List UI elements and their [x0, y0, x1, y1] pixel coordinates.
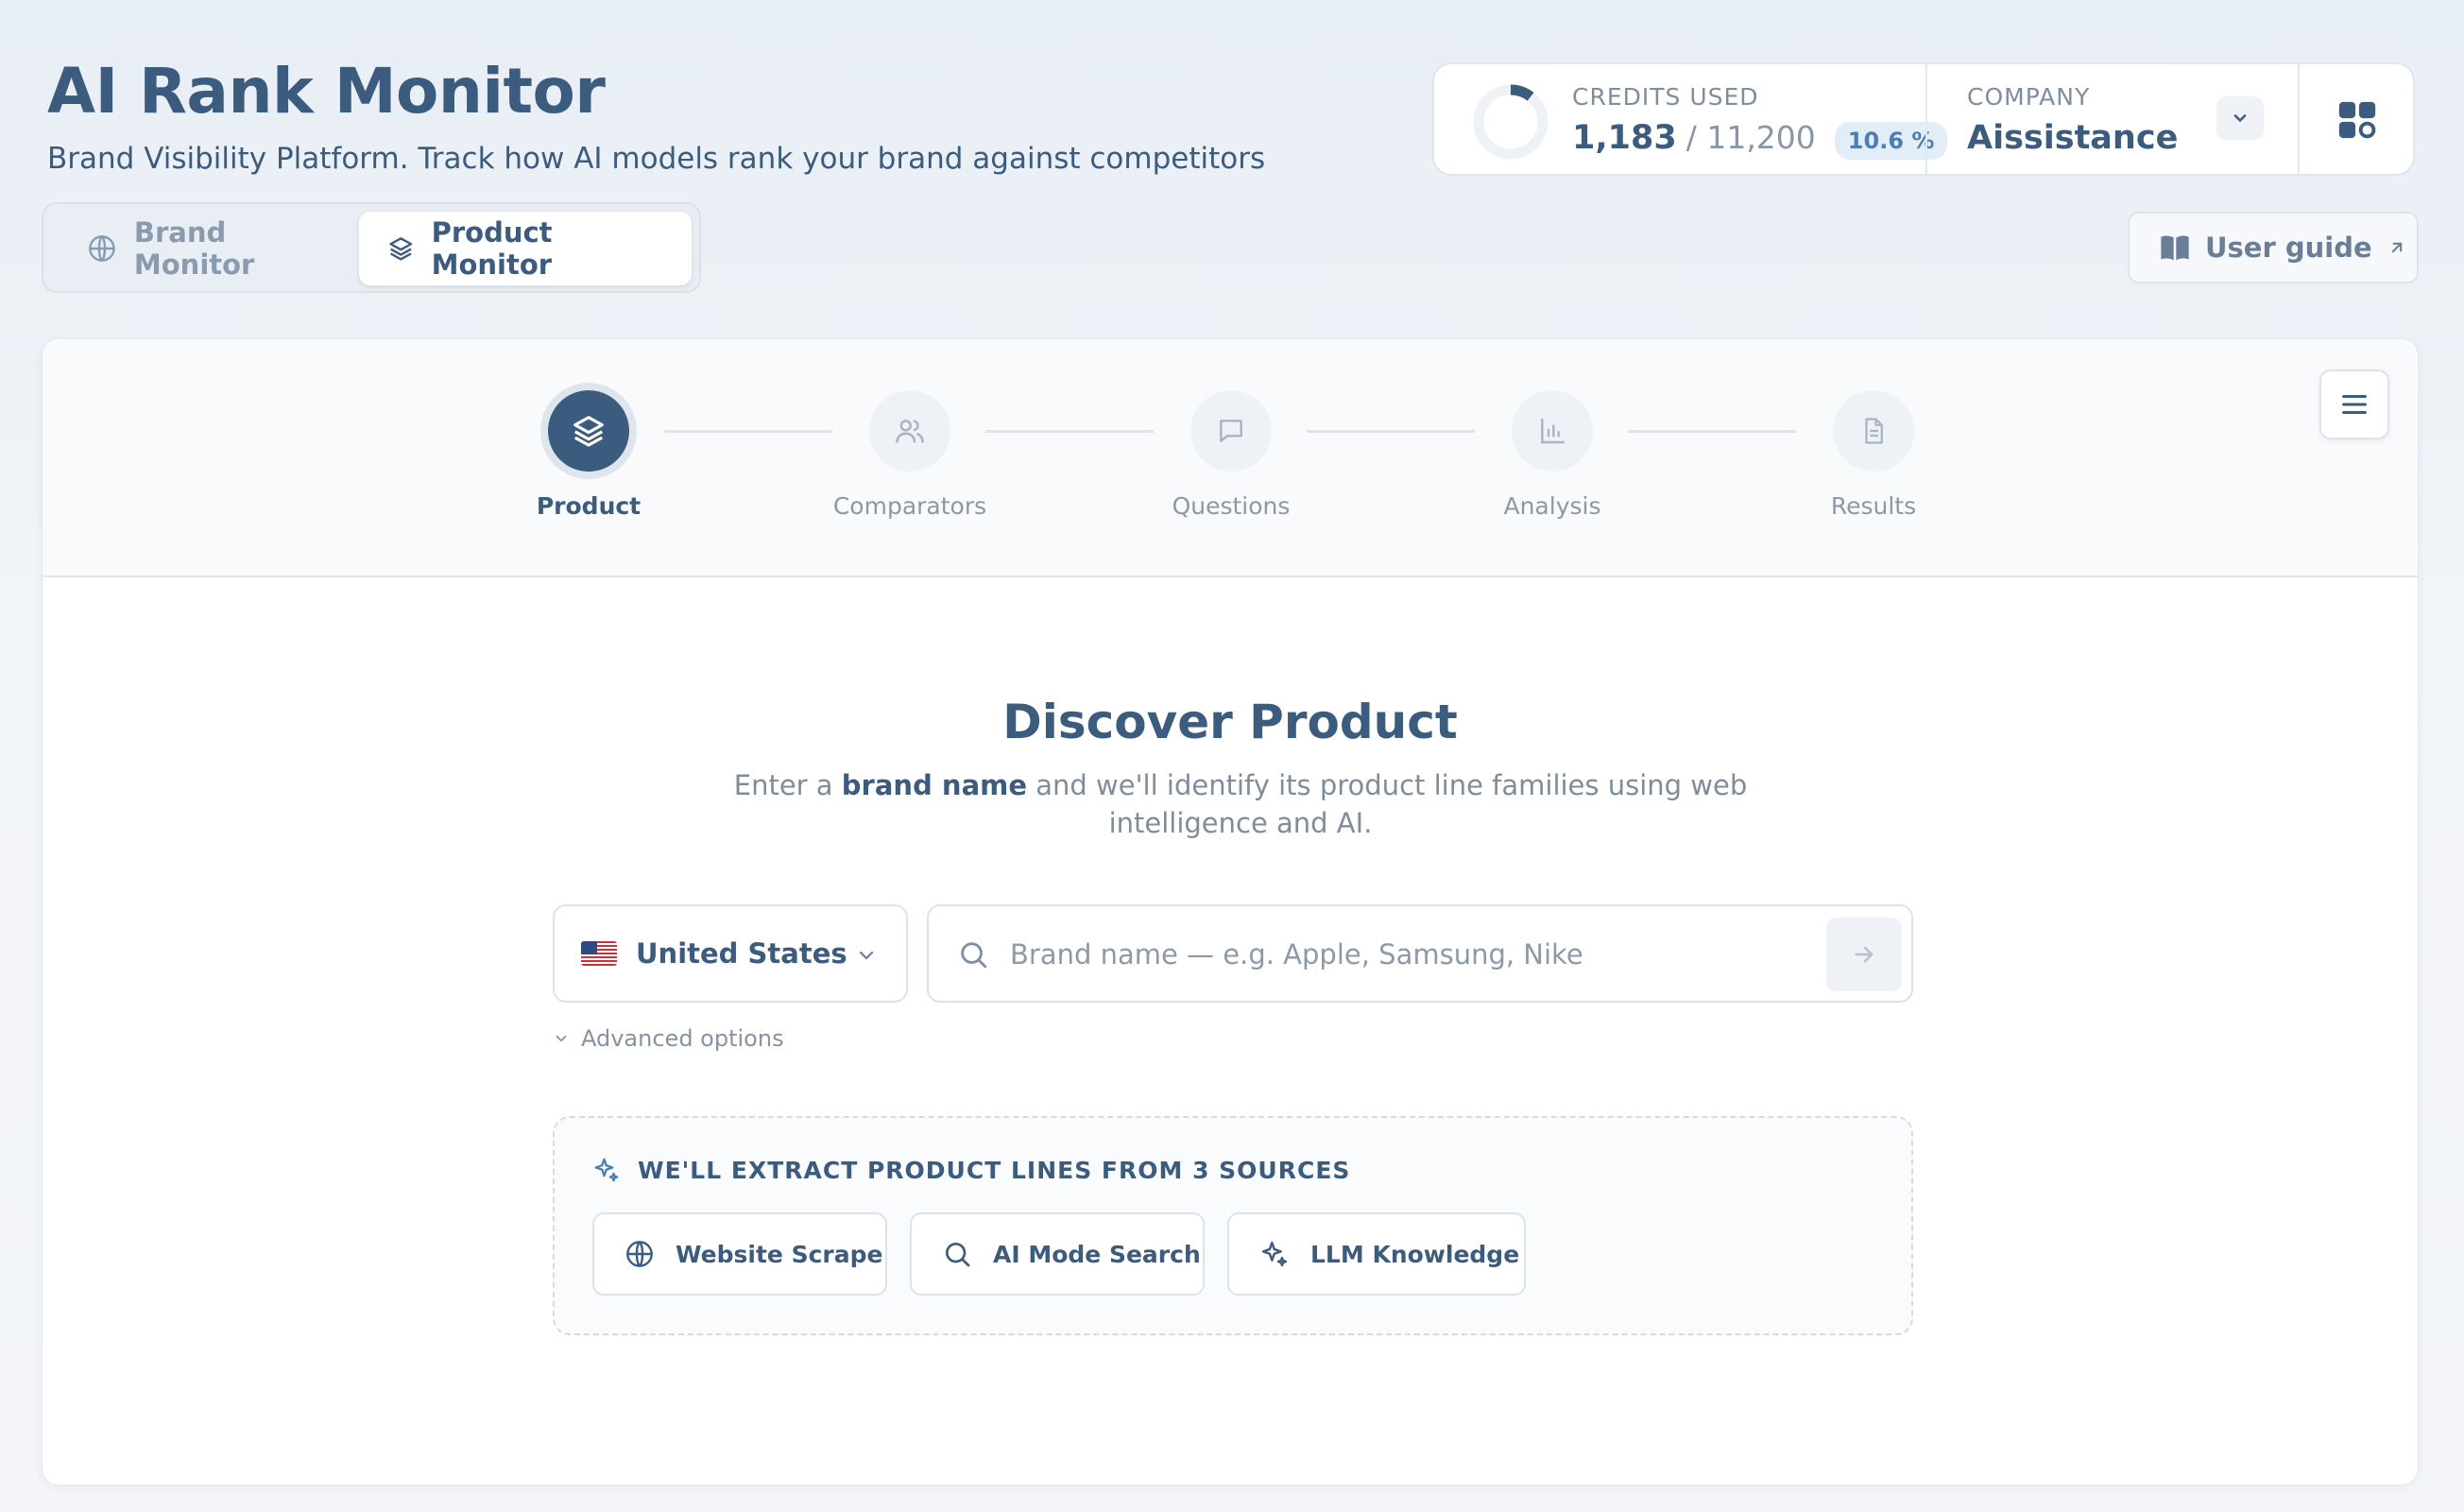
- credits-label: CREDITS USED: [1572, 83, 1759, 111]
- step-label: Comparators: [832, 492, 987, 520]
- submit-search-button[interactable]: [1826, 918, 1902, 991]
- description-emphasis: brand name: [841, 769, 1028, 801]
- user-guide-label: User guide: [2205, 232, 2372, 264]
- step-product[interactable]: Product: [466, 390, 711, 520]
- step-results[interactable]: Results: [1751, 390, 1996, 520]
- credits-value: 1,183 / 11,200 10.6 %: [1572, 119, 1948, 160]
- user-guide-button[interactable]: User guide: [2128, 212, 2419, 284]
- globe-icon: [626, 1241, 653, 1267]
- description-text: Enter a: [733, 769, 842, 801]
- sparkles-icon: [1261, 1241, 1288, 1267]
- step-circle: [1833, 390, 1914, 472]
- divider: [2298, 64, 2300, 174]
- search-icon: [961, 942, 987, 969]
- search-icon: [946, 1243, 970, 1267]
- layers-icon: [389, 237, 413, 261]
- sources-panel: WE'LL EXTRACT PRODUCT LINES FROM 3 SOURC…: [553, 1116, 1913, 1335]
- app-title: AI Rank Monitor: [47, 55, 606, 128]
- sparkles-icon: [594, 1158, 619, 1182]
- step-label: Results: [1830, 492, 1917, 520]
- advanced-options-toggle[interactable]: Advanced options: [553, 1025, 784, 1052]
- credits-card: CREDITS USED 1,183 / 11,200 10.6 % COMPA…: [1432, 62, 2415, 176]
- page-title: Discover Product: [1002, 695, 1458, 749]
- main-card: Product Comparators Questions Analysis R…: [42, 338, 2419, 1486]
- arrow-right-icon: [1855, 946, 1874, 963]
- source-label: AI Mode Search: [993, 1240, 1201, 1268]
- chevron-down-icon: [2233, 114, 2247, 122]
- page-description: Enter a brand name and we'll identify it…: [721, 766, 1760, 842]
- credits-used: 1,183: [1572, 119, 1677, 157]
- credits-percent-badge: 10.6 %: [1834, 122, 1948, 160]
- company-label: COMPANY: [1967, 83, 2091, 111]
- app-subtitle: Brand Visibility Platform. Track how AI …: [47, 142, 1266, 176]
- step-comparators[interactable]: Comparators: [787, 390, 1033, 520]
- brand-monitor-tab[interactable]: Brand Monitor: [51, 212, 391, 285]
- step-circle: [1512, 390, 1593, 472]
- apps-grid-icon: [2338, 101, 2376, 139]
- source-website-scrape[interactable]: Website Scrape: [592, 1212, 887, 1296]
- globe-icon: [89, 235, 115, 262]
- external-link-icon: [2391, 242, 2402, 253]
- document-icon: [1865, 418, 1883, 444]
- credits-progress-ring: [1473, 84, 1549, 160]
- credits-total: / 11,200: [1685, 119, 1816, 156]
- sources-heading-text: WE'LL EXTRACT PRODUCT LINES FROM 3 SOURC…: [638, 1156, 1351, 1184]
- stepper: Product Comparators Questions Analysis R…: [43, 339, 2418, 577]
- country-selected-value: United States: [636, 937, 847, 970]
- hamburger-menu-icon: [2342, 394, 2367, 415]
- step-circle: [869, 390, 950, 472]
- brand-monitor-label: Brand Monitor: [133, 216, 255, 281]
- step-label: Analysis: [1503, 492, 1601, 520]
- chevron-down-icon: [859, 951, 874, 960]
- product-monitor-label: Product Monitor: [431, 216, 553, 281]
- step-circle: [1190, 390, 1272, 472]
- message-icon: [1220, 420, 1242, 442]
- source-llm-knowledge[interactable]: LLM Knowledge: [1227, 1212, 1526, 1296]
- company-name: Aissistance: [1967, 119, 2179, 157]
- source-label: Website Scrape: [676, 1240, 883, 1268]
- bar-chart-icon: [1541, 418, 1566, 444]
- divider: [1925, 64, 1927, 174]
- step-circle: [548, 390, 629, 472]
- mode-switch: Brand Monitor Product Monitor: [42, 202, 701, 293]
- step-analysis[interactable]: Analysis: [1429, 390, 1675, 520]
- apps-grid-button[interactable]: [2336, 98, 2379, 142]
- step-label: Questions: [1172, 492, 1291, 520]
- users-icon: [896, 420, 924, 443]
- country-select[interactable]: United States: [553, 904, 908, 1003]
- brand-name-input[interactable]: [1010, 923, 1804, 986]
- book-icon: [2161, 235, 2189, 261]
- menu-button[interactable]: [2319, 369, 2389, 439]
- brand-search-box: [927, 904, 1913, 1003]
- source-label: LLM Knowledge: [1310, 1240, 1520, 1268]
- layers-icon: [573, 416, 604, 447]
- sources-heading: WE'LL EXTRACT PRODUCT LINES FROM 3 SOURC…: [592, 1156, 1350, 1184]
- company-dropdown-button[interactable]: [2216, 96, 2264, 140]
- advanced-options-label: Advanced options: [581, 1025, 784, 1052]
- source-ai-mode-search[interactable]: AI Mode Search: [910, 1212, 1205, 1296]
- us-flag-icon: [581, 941, 617, 966]
- chevron-down-icon: [556, 1035, 567, 1042]
- product-monitor-tab[interactable]: Product Monitor: [359, 212, 692, 285]
- description-text: and we'll identify its product line fami…: [1027, 769, 1748, 839]
- step-label: Product: [536, 492, 642, 520]
- step-questions[interactable]: Questions: [1108, 390, 1354, 520]
